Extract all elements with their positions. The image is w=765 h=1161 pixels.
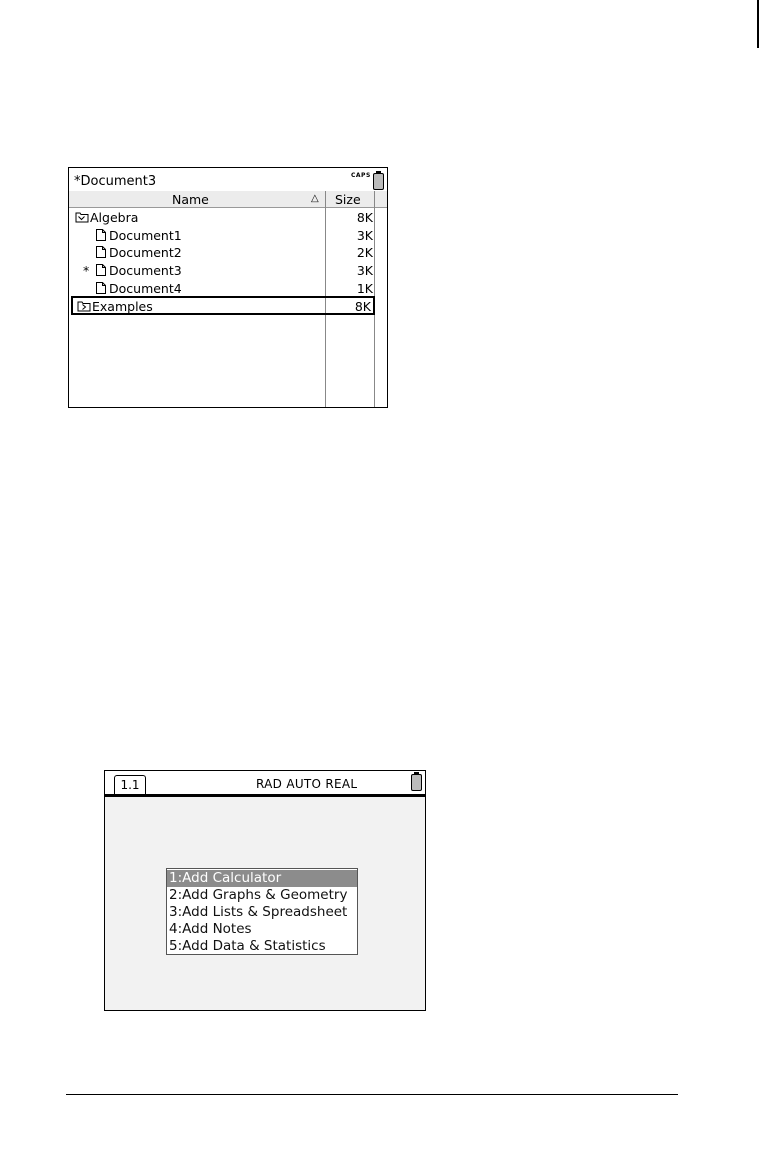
file-name: Examples	[92, 299, 153, 314]
file-name: Document4	[109, 280, 182, 296]
file-size: 3K	[356, 263, 373, 279]
folder-open-icon	[75, 212, 89, 223]
menu-item-label: Add Data & Statistics	[182, 938, 326, 954]
menu-item-number: 4:	[169, 921, 183, 937]
status-bar: 1.1 RAD AUTO REAL	[105, 771, 425, 797]
file-size: 3K	[356, 227, 373, 243]
column-header-size[interactable]: Size	[335, 192, 361, 207]
menu-item[interactable]: 1:Add Calculator	[167, 870, 357, 887]
menu-item-number: 2:	[169, 887, 183, 903]
file-type-icon	[94, 245, 108, 262]
file-browser-screen: *Document3 CAPS Name △ Size Algebra 8K Doc…	[68, 167, 388, 408]
file-name: Algebra	[90, 210, 139, 225]
menu-item[interactable]: 5:Add Data & Statistics	[167, 938, 357, 955]
document-icon	[96, 264, 106, 277]
add-application-menu: 1:Add Calculator 2:Add Graphs & Geometry 3…	[166, 868, 358, 955]
column-header-bar: Name △ Size	[69, 191, 387, 208]
document-title: *Document3	[74, 174, 157, 189]
page-tab[interactable]: 1.1	[114, 775, 146, 794]
file-type-icon	[94, 228, 108, 245]
file-type-icon	[94, 263, 108, 280]
menu-item-number: 3:	[169, 904, 183, 920]
document-icon	[96, 246, 106, 259]
footer-rule	[66, 1094, 678, 1095]
menu-item-label: Add Calculator	[182, 870, 282, 886]
folder-row[interactable]: Algebra 8K	[71, 209, 375, 226]
document-icon	[96, 228, 106, 241]
folder-row[interactable]: Examples 8K	[71, 296, 375, 315]
sort-ascending-icon[interactable]: △	[311, 193, 319, 204]
menu-item[interactable]: 3:Add Lists & Spreadsheet	[167, 904, 357, 921]
column-header-name[interactable]: Name	[172, 192, 209, 207]
file-type-icon	[77, 299, 91, 316]
file-type-icon	[75, 210, 89, 227]
file-row[interactable]: Document4 1K	[71, 280, 375, 297]
file-row[interactable]: * Document3 3K	[71, 262, 375, 279]
file-size: 1K	[356, 280, 373, 296]
battery-icon	[373, 171, 384, 190]
menu-item-label: Add Notes	[182, 921, 252, 937]
menu-item[interactable]: 4:Add Notes	[167, 921, 357, 938]
battery-icon	[411, 772, 422, 791]
menu-item-label: Add Lists & Spreadsheet	[182, 904, 348, 920]
file-size: 2K	[356, 245, 373, 261]
document-icon	[96, 281, 106, 294]
file-row[interactable]: Document1 3K	[71, 227, 375, 244]
file-size: 8K	[354, 299, 371, 314]
file-name: Document3	[109, 263, 182, 279]
menu-item-number: 5:	[169, 938, 183, 954]
folder-closed-icon	[77, 301, 91, 312]
file-name: Document1	[109, 227, 182, 243]
file-size: 8K	[356, 210, 373, 225]
modified-marker: *	[83, 263, 90, 279]
menu-item-label: Add Graphs & Geometry	[182, 887, 348, 903]
menu-item[interactable]: 2:Add Graphs & Geometry	[167, 887, 357, 904]
page-edge-marker	[757, 0, 759, 48]
document-screen: 1.1 RAD AUTO REAL 1:Add Calculator 2:Add …	[104, 770, 426, 1011]
file-name: Document2	[109, 245, 182, 261]
mode-status: RAD AUTO REAL	[256, 777, 358, 791]
file-row[interactable]: Document2 2K	[71, 244, 375, 261]
menu-item-number: 1:	[169, 870, 183, 886]
caps-indicator: CAPS	[351, 172, 371, 179]
